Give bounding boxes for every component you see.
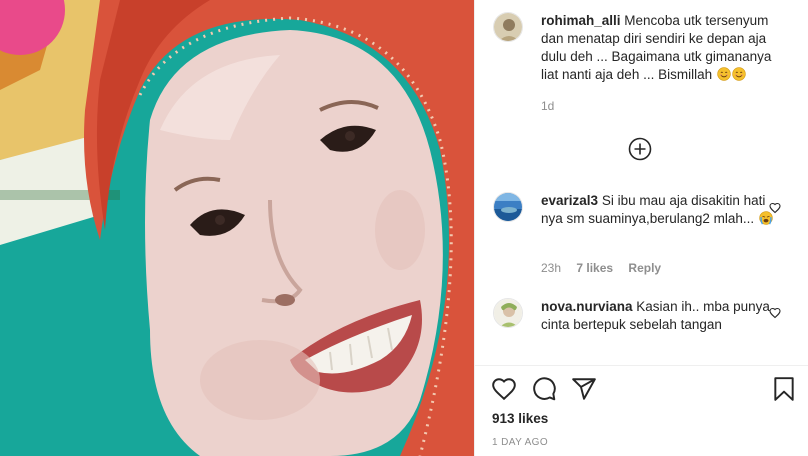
author-avatar[interactable]	[493, 12, 523, 42]
comment-icon	[533, 377, 556, 401]
selfie-image	[0, 0, 474, 456]
author-username[interactable]: rohimah_alli	[541, 13, 621, 28]
comment-username[interactable]: evarizal3	[541, 193, 598, 208]
post-date[interactable]: 1 DAY AGO	[492, 437, 548, 448]
section-divider	[475, 365, 808, 366]
like-button[interactable]	[491, 376, 517, 402]
comments-panel: rohimah_alli Mencoba utk tersenyum dan m…	[474, 0, 808, 456]
commenter-avatar[interactable]	[493, 192, 523, 222]
plus-circle-icon	[628, 137, 652, 161]
like-comment-heart-icon[interactable]	[769, 307, 781, 319]
like-comment-heart-icon[interactable]	[769, 202, 781, 214]
bookmark-icon	[774, 377, 794, 401]
load-more-comments-button[interactable]	[628, 137, 652, 161]
save-button[interactable]	[771, 376, 797, 402]
smiling-face-emoji	[717, 67, 731, 81]
reply-button[interactable]: Reply	[628, 261, 661, 275]
caption-time: 1d	[541, 99, 555, 113]
comment-button[interactable]	[531, 376, 557, 402]
paper-plane-icon	[572, 378, 596, 400]
comment-meta: 23h 7 likes Reply	[541, 261, 673, 275]
post-photo[interactable]	[0, 0, 474, 456]
comment-username[interactable]: nova.nurviana	[541, 299, 633, 314]
comment-time: 23h	[541, 261, 562, 275]
heart-icon	[492, 378, 516, 401]
commenter-avatar[interactable]	[493, 298, 523, 328]
likes-count[interactable]: 913 likes	[492, 411, 548, 426]
share-button[interactable]	[571, 376, 597, 402]
smiling-face-emoji	[732, 67, 746, 81]
comment-likes[interactable]: 7 likes	[576, 261, 613, 275]
